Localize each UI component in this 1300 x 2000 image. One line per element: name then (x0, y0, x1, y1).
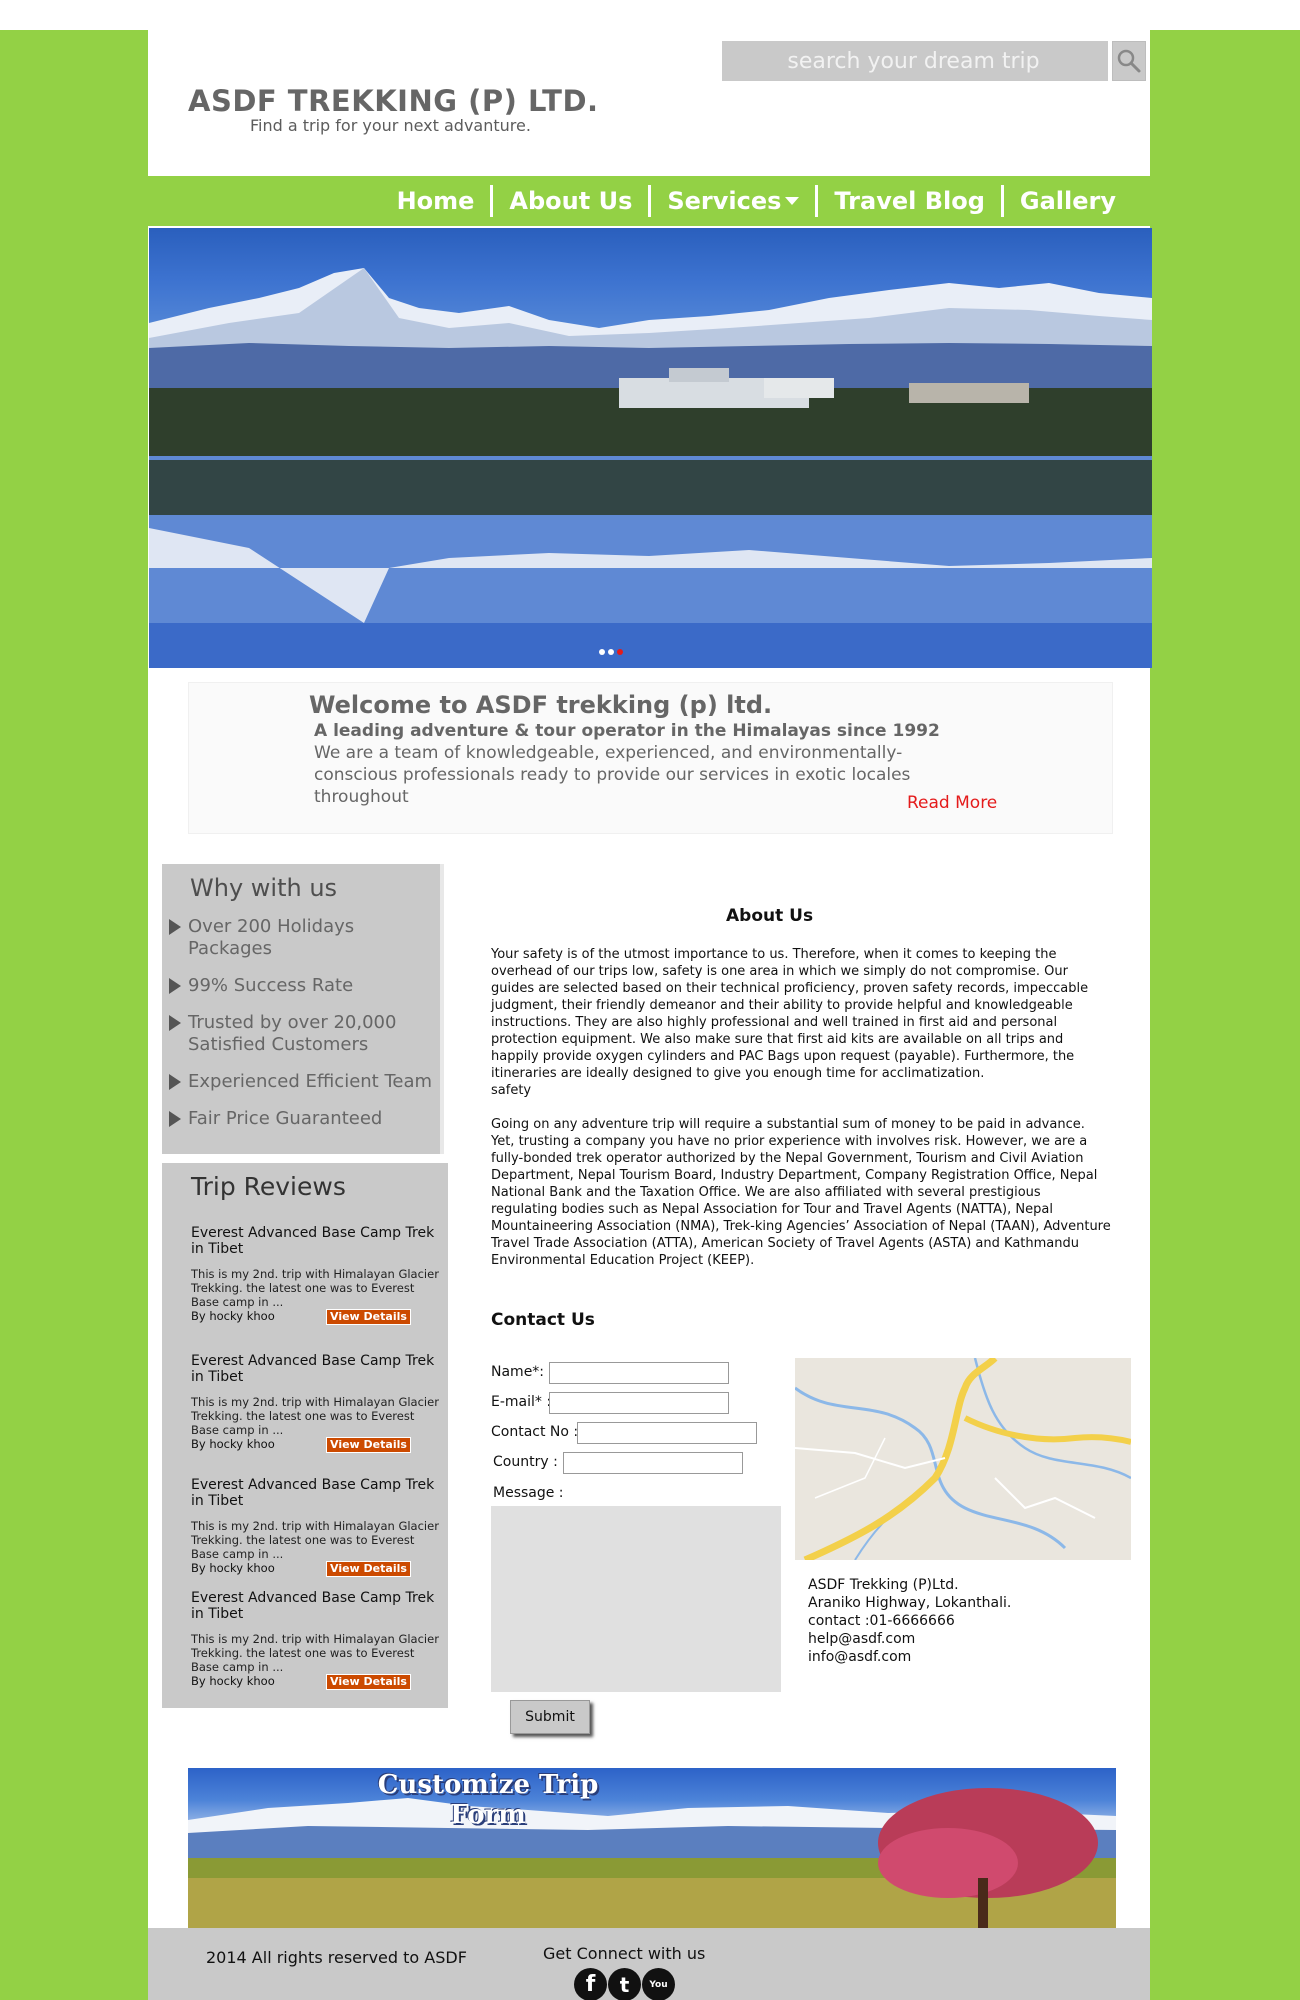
address-line: ASDF Trekking (P)Ltd. (808, 1577, 959, 1593)
nav-item-gallery[interactable]: Gallery (1004, 187, 1132, 215)
about-us-paragraph: Your safety is of the utmost importance … (491, 947, 1089, 1098)
youtube-icon[interactable]: You (642, 1968, 675, 2000)
review-author-row: By hocky khoo View Details (191, 1561, 441, 1577)
review-title: Everest Advanced Base Camp Trek in Tibet (191, 1590, 435, 1622)
list-item: Fair Price Guaranteed (167, 1108, 437, 1130)
email-field[interactable] (549, 1392, 729, 1414)
company-address: ASDF Trekking (P)Ltd. Araniko Highway, L… (808, 1576, 1011, 1666)
review-title: Everest Advanced Base Camp Trek in Tibet (191, 1353, 435, 1385)
about-us-paragraph: Going on any adventure trip will require… (491, 1117, 1111, 1268)
trip-reviews-panel: Trip Reviews Everest Advanced Base Camp … (162, 1163, 448, 1708)
site-tagline: Find a trip for your next advanture. (250, 116, 531, 135)
review-item: Everest Advanced Base Camp Trek in Tibet… (191, 1477, 441, 1577)
contact-no-label: Contact No : (491, 1424, 579, 1440)
slide-dot-2[interactable] (608, 649, 614, 655)
trip-reviews-title: Trip Reviews (191, 1172, 346, 1201)
list-item: Trusted by over 20,000 Satisfied Custome… (167, 1012, 437, 1056)
about-us-body: Your safety is of the utmost importance … (491, 946, 1111, 1286)
why-with-us-panel: Why with us Over 200 Holidays Packages 9… (162, 864, 444, 1154)
arrow-right-icon (169, 919, 181, 935)
contact-us-title: Contact Us (491, 1310, 595, 1330)
review-author-row: By hocky khoo View Details (191, 1674, 441, 1690)
arrow-right-icon (169, 978, 181, 994)
view-details-button[interactable]: View Details (326, 1674, 411, 1690)
footer: 2014 All rights reserved to ASDF Get Con… (148, 1928, 1150, 2000)
hero-slideshow (149, 228, 1152, 668)
why-with-us-list: Over 200 Holidays Packages 99% Success R… (167, 916, 437, 1145)
address-line: contact :01-6666666 (808, 1613, 955, 1629)
welcome-title: Welcome to ASDF trekking (p) ltd. (309, 691, 773, 719)
facebook-icon[interactable]: f (574, 1968, 607, 2000)
contact-no-field[interactable] (577, 1422, 757, 1444)
welcome-body: We are a team of knowledgeable, experien… (314, 743, 911, 807)
search-box (722, 41, 1108, 81)
welcome-section: Welcome to ASDF trekking (p) ltd. A lead… (188, 682, 1113, 834)
review-item: Everest Advanced Base Camp Trek in Tibet… (191, 1353, 441, 1453)
country-label: Country : (493, 1454, 558, 1470)
site-title: ASDF TREKKING (P) LTD. (188, 84, 599, 118)
nav-item-travel-blog[interactable]: Travel Blog (818, 187, 1000, 215)
review-item: Everest Advanced Base Camp Trek in Tibet… (191, 1590, 441, 1690)
review-text: This is my 2nd. trip with Himalayan Glac… (191, 1632, 439, 1674)
twitter-icon[interactable]: t (608, 1968, 641, 2000)
review-author-row: By hocky khoo View Details (191, 1437, 441, 1453)
connect-label: Get Connect with us (543, 1944, 706, 1963)
address-line[interactable]: info@asdf.com (808, 1648, 1011, 1666)
country-field[interactable] (563, 1452, 743, 1474)
page-container: ASDF TREKKING (P) LTD. Find a trip for y… (148, 30, 1152, 2000)
slide-dot-3-active[interactable] (617, 649, 623, 655)
dropdown-caret-icon (785, 197, 800, 205)
submit-button[interactable]: Submit (510, 1700, 590, 1734)
about-us-title: About Us (726, 906, 814, 926)
arrow-right-icon (169, 1074, 181, 1090)
copyright-text: 2014 All rights reserved to ASDF (206, 1948, 467, 1967)
message-field[interactable] (491, 1506, 781, 1692)
slide-dot-1[interactable] (599, 649, 605, 655)
view-details-button[interactable]: View Details (326, 1437, 411, 1453)
name-label: Name*: (491, 1364, 545, 1380)
welcome-subtitle: A leading adventure & tour operator in t… (314, 721, 940, 741)
name-field[interactable] (549, 1362, 729, 1384)
read-more-link[interactable]: Read More (907, 793, 997, 813)
address-line: Araniko Highway, Lokanthali. (808, 1595, 1012, 1611)
review-item: Everest Advanced Base Camp Trek in Tibet… (191, 1225, 441, 1325)
arrow-right-icon (169, 1111, 181, 1127)
location-map[interactable] (795, 1358, 1131, 1560)
review-author-row: By hocky khoo View Details (191, 1309, 441, 1325)
review-title: Everest Advanced Base Camp Trek in Tibet (191, 1477, 435, 1509)
review-text: This is my 2nd. trip with Himalayan Glac… (191, 1519, 439, 1561)
view-details-button[interactable]: View Details (326, 1561, 411, 1577)
email-label: E-mail* : (491, 1394, 552, 1410)
review-text: This is my 2nd. trip with Himalayan Glac… (191, 1395, 439, 1437)
review-text: This is my 2nd. trip with Himalayan Glac… (191, 1267, 439, 1309)
arrow-right-icon (169, 1015, 181, 1031)
list-item: 99% Success Rate (167, 975, 437, 997)
nav-item-about-us[interactable]: About Us (493, 187, 648, 215)
search-input[interactable] (722, 41, 1105, 81)
message-label: Message : (493, 1485, 564, 1501)
hero-mountain-lake-image (149, 268, 1152, 668)
customize-trip-banner[interactable]: Customize Trip Form (188, 1768, 1116, 1928)
list-item: Experienced Efficient Team (167, 1071, 437, 1093)
search-button[interactable] (1112, 41, 1146, 81)
review-title: Everest Advanced Base Camp Trek in Tibet (191, 1225, 435, 1257)
search-icon (1117, 49, 1141, 73)
nav-item-home[interactable]: Home (381, 187, 491, 215)
slideshow-dots (599, 649, 623, 655)
nav-item-services[interactable]: Services (651, 187, 815, 215)
why-with-us-title: Why with us (190, 874, 338, 902)
address-line[interactable]: help@asdf.com (808, 1630, 1011, 1648)
map-image (795, 1358, 1131, 1560)
banner-title: Customize Trip Form (377, 1770, 599, 1830)
view-details-button[interactable]: View Details (326, 1309, 411, 1325)
main-nav: Home About Us Services Travel Blog Galle… (148, 176, 1150, 226)
list-item: Over 200 Holidays Packages (167, 916, 437, 960)
